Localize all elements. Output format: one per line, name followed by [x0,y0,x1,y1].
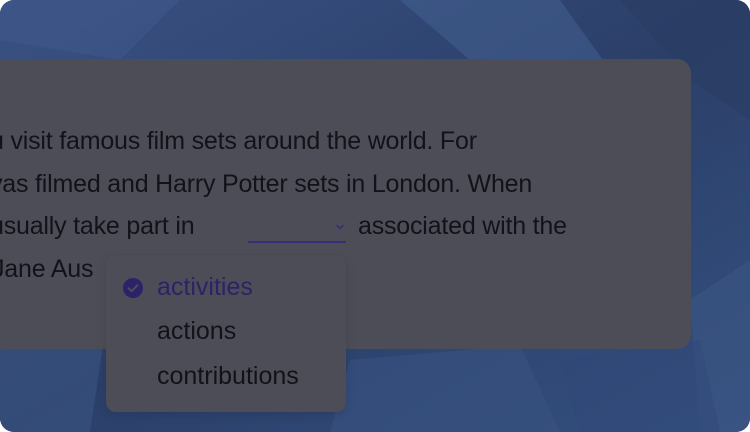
answer-dropdown[interactable] [248,217,346,243]
dropdown-option-activities[interactable]: activities [157,273,253,302]
dropdown-option-contributions[interactable]: contributions [157,362,299,391]
passage-line-2: vas filmed and Harry Potter sets in Lond… [0,170,533,198]
dropdown-option-actions[interactable]: actions [157,317,236,346]
chevron-down-icon [336,224,344,230]
check-circle-icon [123,278,143,298]
passage-line-3-start: usually take part in [0,212,195,240]
passage-line-4: Jane Aus [0,255,94,283]
screen: u visit famous film sets around the worl… [0,0,750,432]
passage-line-3-end: associated with the [358,212,567,240]
passage-line-1: u visit famous film sets around the worl… [0,127,477,155]
